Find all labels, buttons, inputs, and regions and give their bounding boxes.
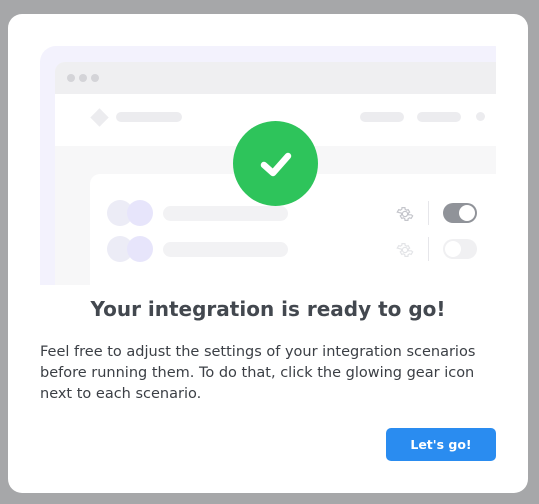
placeholder-bar	[116, 112, 182, 122]
dialog-description: Feel free to adjust the settings of your…	[40, 344, 476, 402]
app-avatar	[127, 236, 153, 262]
app-avatar	[127, 200, 153, 226]
toggle-knob	[445, 241, 461, 257]
window-dot	[67, 74, 75, 82]
placeholder-bar	[417, 112, 461, 122]
logo-placeholder	[90, 108, 109, 127]
check-icon	[260, 152, 291, 176]
lets-go-button[interactable]: Let's go!	[386, 428, 496, 461]
success-check-badge	[233, 121, 318, 206]
placeholder-dot	[476, 112, 485, 121]
scenario-toggle-on	[443, 203, 477, 223]
browser-titlebar	[55, 62, 496, 94]
placeholder-bar	[360, 112, 404, 122]
toggle-knob	[459, 205, 475, 221]
scenario-toggle-off	[443, 239, 477, 259]
scenario-name-placeholder	[163, 242, 288, 257]
scenario-name-placeholder	[163, 206, 288, 221]
divider	[428, 201, 429, 225]
window-dot	[91, 74, 99, 82]
window-dot	[79, 74, 87, 82]
success-dialog: Your integration is ready to go! Feel fr…	[8, 14, 528, 493]
divider	[428, 237, 429, 261]
gear-icon	[396, 207, 414, 221]
gear-icon	[396, 243, 414, 257]
dialog-title: Your integration is ready to go!	[90, 297, 446, 321]
